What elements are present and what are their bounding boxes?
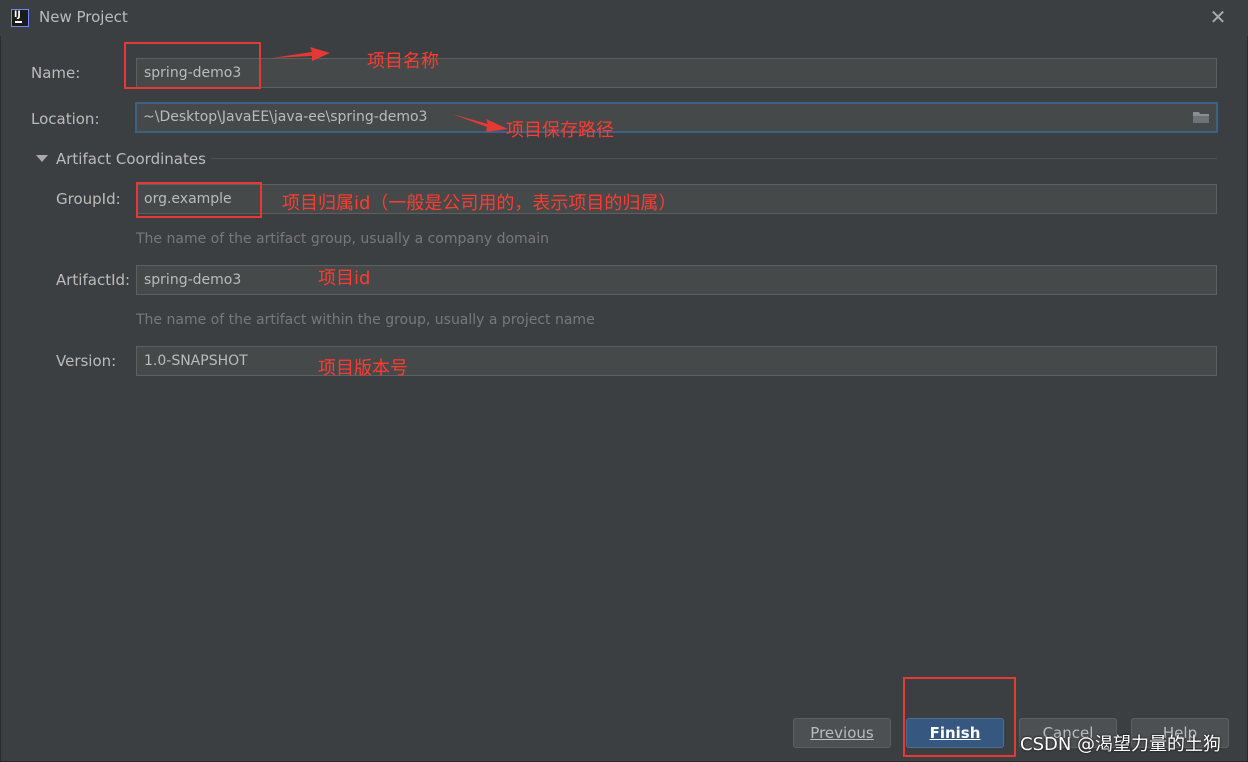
groupid-hint: The name of the artifact group, usually … — [136, 231, 549, 247]
folder-icon[interactable] — [1192, 110, 1210, 124]
artifactid-hint: The name of the artifact within the grou… — [136, 312, 595, 328]
name-arrow-icon — [272, 47, 330, 61]
name-annotation: 项目名称 — [367, 51, 439, 72]
triangle-down-icon[interactable] — [36, 155, 48, 162]
version-label: Version: — [56, 352, 117, 370]
location-label: Location: — [31, 110, 100, 128]
artifactid-label: ArtifactId: — [56, 271, 131, 289]
location-arrow-icon — [452, 114, 508, 132]
previous-label: Previous — [810, 724, 874, 742]
finish-highlight-box — [903, 677, 1016, 757]
intellij-idea-icon: IJ — [11, 9, 29, 27]
version-annotation: 项目版本号 — [318, 358, 408, 379]
location-field[interactable]: ~\Desktop\JavaEE\java-ee\spring-demo3 — [135, 102, 1218, 133]
title-bar: IJ New Project ✕ — [0, 0, 1248, 36]
version-field[interactable]: 1.0-SNAPSHOT — [136, 346, 1217, 376]
previous-button[interactable]: Previous — [793, 718, 891, 748]
location-annotation: 项目保存路径 — [506, 120, 614, 141]
watermark: CSDN @渴望力量的土狗 — [1020, 734, 1222, 755]
location-value: ~\Desktop\JavaEE\java-ee\spring-demo3 — [143, 109, 428, 125]
name-label: Name: — [31, 64, 81, 82]
name-highlight-box — [124, 42, 261, 89]
artifactid-field[interactable]: spring-demo3 — [136, 265, 1217, 295]
section-divider — [210, 158, 1217, 159]
section-label: Artifact Coordinates — [56, 150, 206, 168]
artifactid-annotation: 项目id — [318, 268, 371, 289]
window-title: New Project — [39, 8, 128, 26]
groupid-label: GroupId: — [56, 190, 121, 208]
groupid-highlight-box — [136, 182, 262, 218]
groupid-annotation: 项目归属id（一般是公司用的，表示项目的归属） — [282, 193, 677, 214]
close-icon[interactable]: ✕ — [1207, 5, 1229, 29]
